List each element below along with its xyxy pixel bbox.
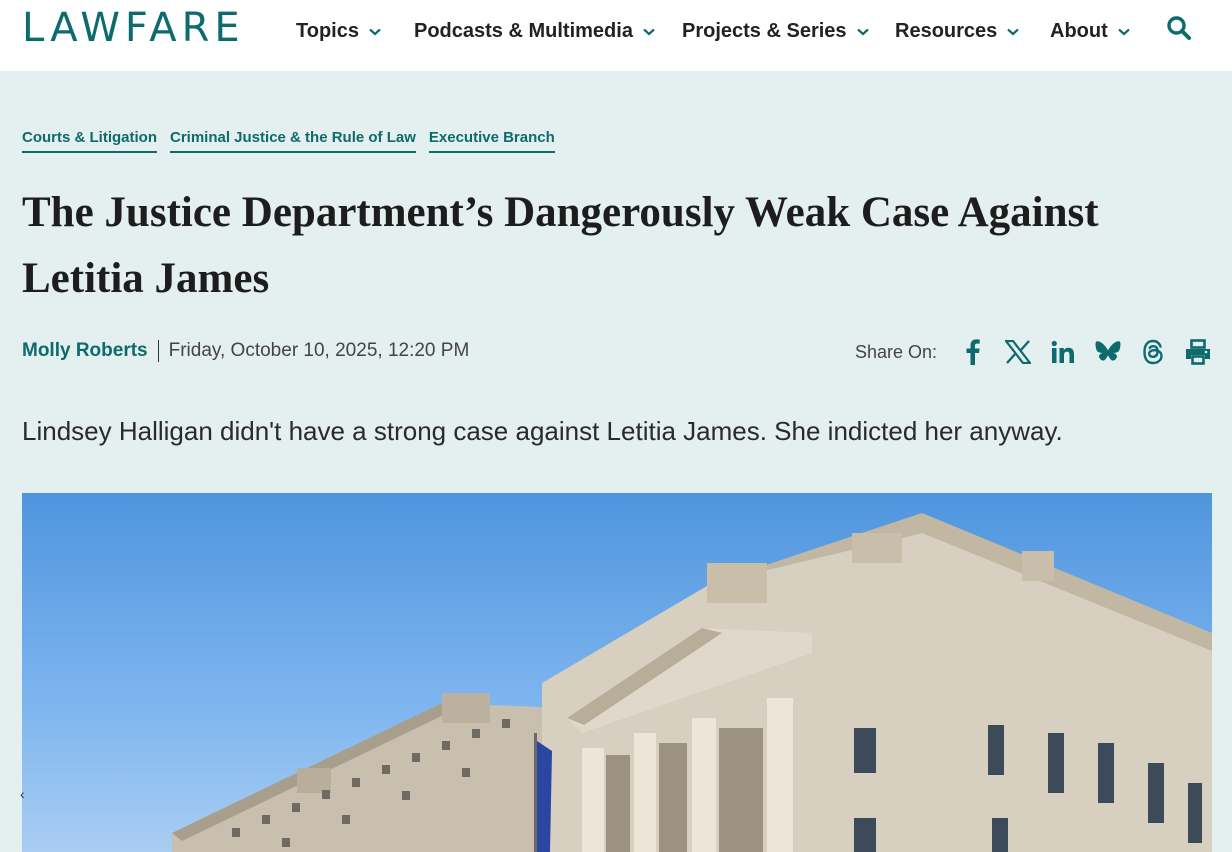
article-title: The Justice Department’s Dangerously Wea… <box>22 189 1099 302</box>
carousel-prev-arrow[interactable]: ‹ <box>20 786 25 802</box>
site-header: LAWFARE Topics Podcasts & Multimedia Pro… <box>0 0 1232 71</box>
nav-projects-series[interactable]: Projects & Series <box>682 20 869 43</box>
chevron-down-icon <box>1118 28 1130 36</box>
chevron-down-icon <box>643 28 655 36</box>
tag-executive-branch[interactable]: Executive Branch <box>428 129 555 153</box>
hero-image <box>22 493 1212 852</box>
nav-label: Projects & Series <box>682 20 847 42</box>
share-bar: Share On: <box>855 338 1212 366</box>
topic-tags: Courts & Litigation Criminal Justice & t… <box>22 129 568 153</box>
search-icon[interactable] <box>1166 15 1192 46</box>
author-link[interactable]: Molly Roberts <box>22 340 148 362</box>
nav-resources[interactable]: Resources <box>895 20 1020 43</box>
x-icon[interactable] <box>1004 338 1032 366</box>
byline: Molly Roberts Friday, October 10, 2025, … <box>22 340 469 362</box>
bluesky-icon[interactable] <box>1094 338 1122 366</box>
threads-icon[interactable] <box>1139 338 1167 366</box>
article-dek: Lindsey Halligan didn't have a strong ca… <box>22 416 1063 446</box>
justice-department-building-illustration <box>172 513 1212 852</box>
nav-topics[interactable]: Topics <box>296 20 381 43</box>
nav-podcasts-multimedia[interactable]: Podcasts & Multimedia <box>414 20 655 43</box>
nav-label: Podcasts & Multimedia <box>414 20 633 42</box>
linkedin-icon[interactable] <box>1049 338 1077 366</box>
publish-date: Friday, October 10, 2025, 12:20 PM <box>168 340 470 361</box>
nav-label: About <box>1050 20 1108 42</box>
chevron-down-icon <box>1007 28 1020 36</box>
print-icon[interactable] <box>1184 338 1212 366</box>
nav-label: Resources <box>895 20 998 42</box>
chevron-down-icon <box>856 28 869 36</box>
tag-courts-litigation[interactable]: Courts & Litigation <box>22 129 157 153</box>
chevron-down-icon <box>369 28 381 36</box>
nav-label: Topics <box>296 20 359 42</box>
facebook-icon[interactable] <box>959 338 987 366</box>
share-label: Share On: <box>855 341 938 362</box>
nav-about[interactable]: About <box>1050 20 1130 43</box>
tag-criminal-justice[interactable]: Criminal Justice & the Rule of Law <box>170 129 416 153</box>
site-logo[interactable]: LAWFARE <box>22 8 245 48</box>
byline-divider <box>157 340 159 362</box>
